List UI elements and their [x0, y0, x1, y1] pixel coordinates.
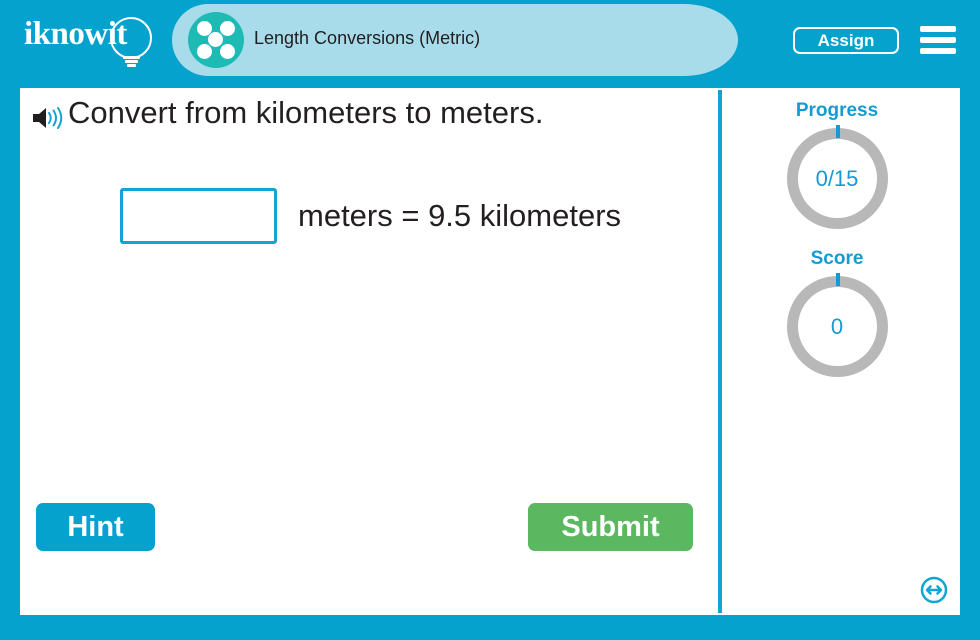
answer-row: meters = 9.5 kilometers [120, 188, 621, 244]
progress-label: Progress [795, 100, 879, 121]
app-header: iknowit Length Conversions (Metric) Assi… [0, 0, 980, 78]
assign-button[interactable]: Assign [793, 27, 899, 54]
score-value: 0 [830, 313, 844, 339]
speaker-icon[interactable] [31, 104, 65, 132]
submit-button[interactable]: Submit [528, 503, 693, 551]
progress-ring: 0/15 [786, 125, 888, 229]
five-dots-icon [188, 12, 244, 68]
score-ring: 0 [786, 273, 888, 377]
hint-button[interactable]: Hint [36, 503, 155, 551]
progress-value: 0/15 [815, 165, 859, 191]
question-prompt: Convert from kilometers to meters. [68, 95, 544, 130]
iknowit-logo[interactable]: iknowit [22, 12, 172, 68]
equation-text: meters = 9.5 kilometers [298, 198, 622, 233]
page-title: Length Conversions (Metric) [254, 28, 481, 48]
score-meter: Score 0 [737, 248, 937, 377]
answer-input[interactable] [120, 188, 277, 244]
lesson-stage: Convert from kilometers to meters. meter… [20, 88, 960, 615]
app-root: iknowit Length Conversions (Metric) Assi… [0, 0, 980, 640]
hamburger-menu-icon[interactable] [920, 26, 956, 54]
lesson-title-tab: Length Conversions (Metric) [172, 4, 738, 76]
lightbulb-base-icon [123, 56, 140, 67]
vertical-divider [718, 90, 722, 613]
progress-meter: Progress 0/15 [737, 100, 937, 229]
score-label: Score [810, 248, 864, 269]
content-frame: Convert from kilometers to meters. meter… [0, 78, 980, 640]
resize-horizontal-icon[interactable] [920, 576, 948, 604]
lightbulb-icon [110, 17, 152, 59]
